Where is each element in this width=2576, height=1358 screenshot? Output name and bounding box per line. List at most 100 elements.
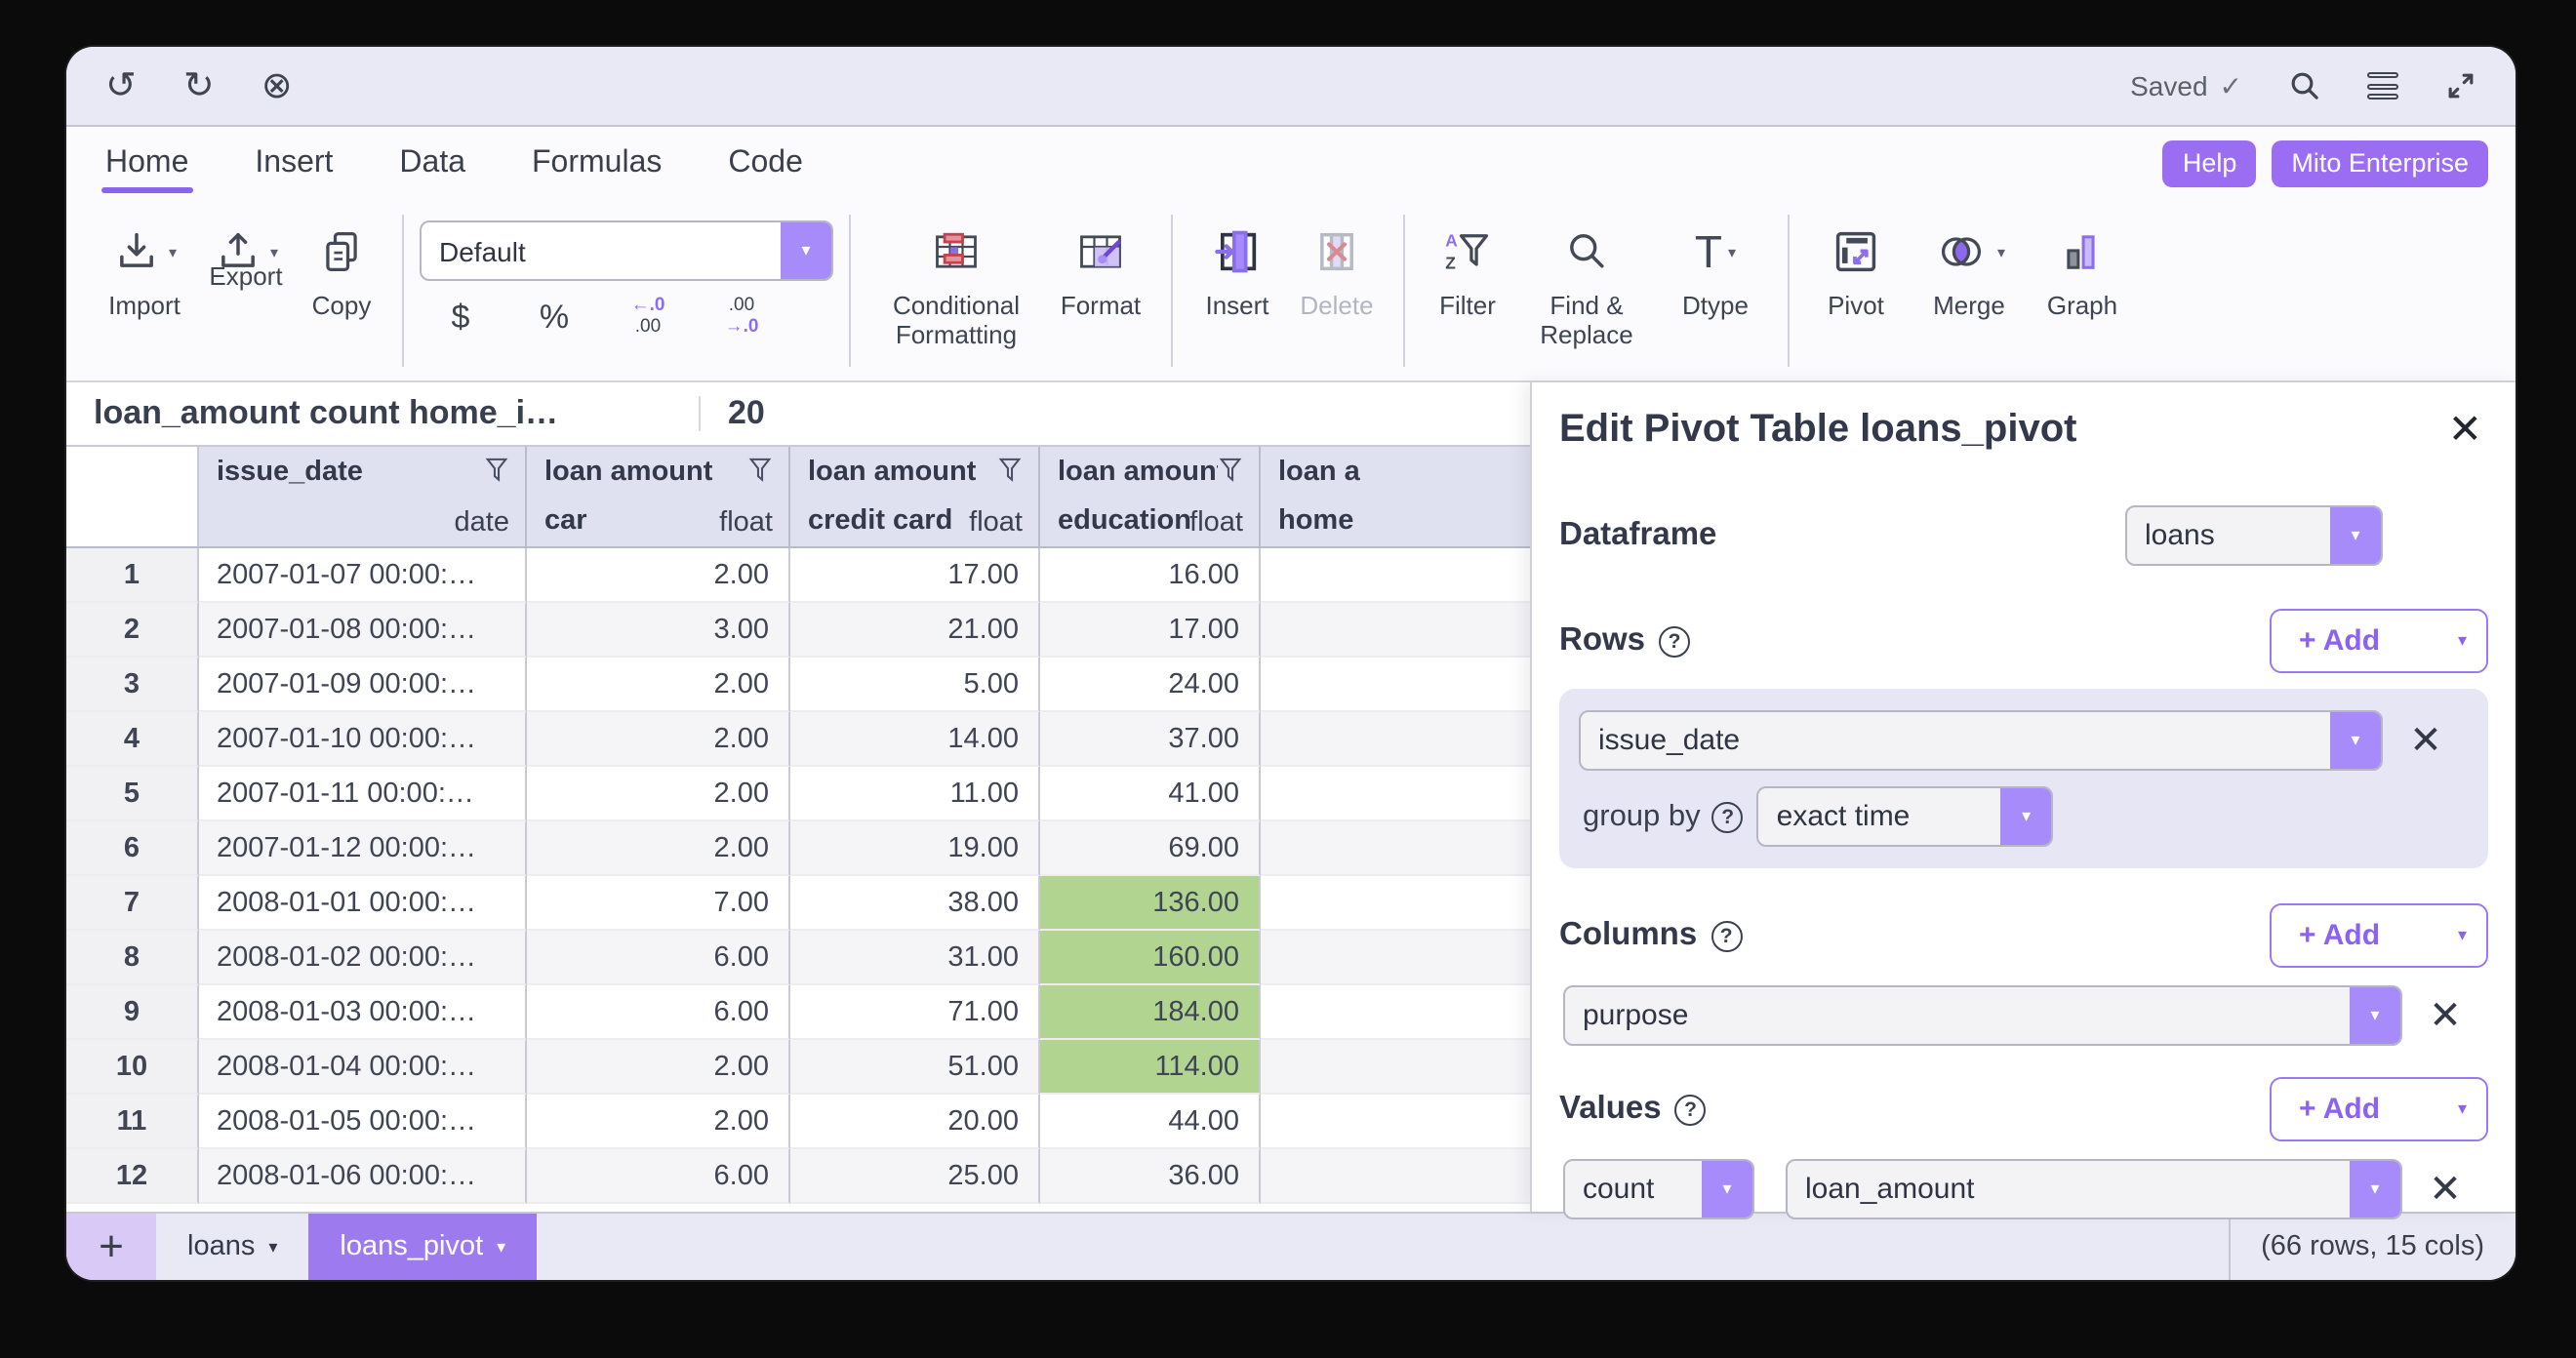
filter-icon[interactable] bbox=[997, 457, 1023, 494]
cell-loan-amount-credit-card[interactable]: 25.00 bbox=[790, 1149, 1040, 1204]
cell-loan-amount-credit-card[interactable]: 21.00 bbox=[790, 603, 1040, 658]
percent-format-button[interactable]: % bbox=[517, 299, 591, 338]
cell-issue-date[interactable]: 2008-01-01 00:00:… bbox=[199, 876, 527, 931]
tab-code[interactable]: Code bbox=[728, 139, 803, 189]
chevron-down-icon[interactable]: ▾ bbox=[2350, 987, 2400, 1044]
cell-loan-amount-home[interactable] bbox=[1261, 712, 1530, 767]
cell-loan-amount-home[interactable] bbox=[1261, 931, 1530, 985]
columns-add-button[interactable]: + Add ▾ bbox=[2270, 903, 2488, 968]
cell-loan-amount-education[interactable]: 114.00 bbox=[1040, 1040, 1261, 1095]
cell-loan-amount-credit-card[interactable]: 5.00 bbox=[790, 658, 1040, 712]
cell-loan-amount-home[interactable] bbox=[1261, 658, 1530, 712]
fullscreen-icon[interactable] bbox=[2441, 66, 2480, 105]
cell-issue-date[interactable]: 2007-01-09 00:00:… bbox=[199, 658, 527, 712]
cell-issue-date[interactable]: 2008-01-03 00:00:… bbox=[199, 985, 527, 1040]
filter-icon[interactable] bbox=[484, 457, 509, 494]
cell-loan-amount-home[interactable] bbox=[1261, 821, 1530, 876]
cell-loan-amount-home[interactable] bbox=[1261, 548, 1530, 603]
cell-loan-amount-credit-card[interactable]: 20.00 bbox=[790, 1095, 1040, 1149]
cell-loan-amount-credit-card[interactable]: 14.00 bbox=[790, 712, 1040, 767]
chevron-down-icon[interactable]: ▾ bbox=[2001, 788, 2052, 845]
search-icon[interactable] bbox=[2285, 66, 2324, 105]
row-index-cell[interactable]: 6 bbox=[66, 821, 199, 876]
filter-icon[interactable] bbox=[747, 457, 773, 494]
increase-decimal-button[interactable]: .00→.0 bbox=[704, 297, 779, 340]
cell-loan-amount-car[interactable]: 7.00 bbox=[527, 876, 790, 931]
chevron-down-icon[interactable]: ▾ bbox=[781, 222, 831, 279]
column-header-loan-amount-credit-card[interactable]: loan amount credit cardfloat bbox=[790, 447, 1040, 548]
row-index-cell[interactable]: 3 bbox=[66, 658, 199, 712]
row-index-cell[interactable]: 10 bbox=[66, 1040, 199, 1095]
column-field-select[interactable]: purpose ▾ bbox=[1563, 985, 2402, 1046]
redo-icon[interactable]: ↻ bbox=[183, 67, 215, 104]
cell-loan-amount-education[interactable]: 24.00 bbox=[1040, 658, 1261, 712]
column-header-loan-amount-home[interactable]: loan a home bbox=[1261, 447, 1530, 548]
help-button[interactable]: Help bbox=[2163, 140, 2257, 186]
currency-format-button[interactable]: $ bbox=[423, 299, 498, 338]
merge-button[interactable]: ▾ Merge bbox=[1907, 219, 2032, 321]
copy-button[interactable]: Copy bbox=[297, 219, 386, 321]
tab-home[interactable]: Home bbox=[105, 139, 188, 189]
column-header-loan-amount-education[interactable]: loan amount educationfloat bbox=[1040, 447, 1261, 548]
find-replace-button[interactable]: Find & Replace bbox=[1514, 219, 1659, 350]
cell-issue-date[interactable]: 2007-01-11 00:00:… bbox=[199, 767, 527, 821]
cell-loan-amount-car[interactable]: 2.00 bbox=[527, 767, 790, 821]
rows-add-button[interactable]: + Add ▾ bbox=[2270, 609, 2488, 673]
row-index-cell[interactable]: 5 bbox=[66, 767, 199, 821]
cell-loan-amount-credit-card[interactable]: 19.00 bbox=[790, 821, 1040, 876]
clear-icon[interactable]: ⊗ bbox=[262, 67, 293, 104]
cell-loan-amount-car[interactable]: 2.00 bbox=[527, 548, 790, 603]
sheet-tab-loans-pivot[interactable]: loans_pivot ▾ bbox=[308, 1214, 537, 1280]
row-index-cell[interactable]: 12 bbox=[66, 1149, 199, 1204]
row-field-select[interactable]: issue_date ▾ bbox=[1579, 710, 2383, 771]
question-icon[interactable]: ? bbox=[1712, 801, 1744, 832]
cell-loan-amount-education[interactable]: 136.00 bbox=[1040, 876, 1261, 931]
value-field-select[interactable]: loan_amount ▾ bbox=[1786, 1159, 2402, 1219]
row-index-cell[interactable]: 9 bbox=[66, 985, 199, 1040]
mito-enterprise-button[interactable]: Mito Enterprise bbox=[2272, 140, 2488, 186]
tab-insert[interactable]: Insert bbox=[255, 139, 333, 189]
column-header-issue-date[interactable]: issue_date date bbox=[199, 447, 527, 548]
row-index-cell[interactable]: 2 bbox=[66, 603, 199, 658]
cell-loan-amount-education[interactable]: 44.00 bbox=[1040, 1095, 1261, 1149]
undo-icon[interactable]: ↺ bbox=[105, 67, 137, 104]
column-header-loan-amount-car[interactable]: loan amount carfloat bbox=[527, 447, 790, 548]
number-format-select[interactable]: Default ▾ bbox=[420, 220, 833, 281]
row-index-cell[interactable]: 7 bbox=[66, 876, 199, 931]
group-by-select[interactable]: exact time ▾ bbox=[1757, 786, 2054, 847]
dataframe-select[interactable]: loans ▾ bbox=[2125, 505, 2383, 566]
cell-loan-amount-car[interactable]: 3.00 bbox=[527, 603, 790, 658]
cell-loan-amount-car[interactable]: 2.00 bbox=[527, 658, 790, 712]
cell-loan-amount-car[interactable]: 2.00 bbox=[527, 1040, 790, 1095]
delete-value-field-icon[interactable]: ✕ bbox=[2402, 1165, 2488, 1214]
cell-loan-amount-education[interactable]: 160.00 bbox=[1040, 931, 1261, 985]
format-button[interactable]: Format bbox=[1046, 219, 1155, 321]
cell-loan-amount-home[interactable] bbox=[1261, 985, 1530, 1040]
cell-loan-amount-education[interactable]: 69.00 bbox=[1040, 821, 1261, 876]
cell-loan-amount-credit-card[interactable]: 71.00 bbox=[790, 985, 1040, 1040]
cell-loan-amount-home[interactable] bbox=[1261, 1095, 1530, 1149]
delete-column-button[interactable]: Delete bbox=[1286, 219, 1388, 321]
close-icon[interactable]: ✕ bbox=[2442, 406, 2488, 455]
question-icon[interactable]: ? bbox=[1675, 1094, 1707, 1125]
pivot-button[interactable]: Pivot bbox=[1805, 219, 1907, 321]
cell-loan-amount-car[interactable]: 2.00 bbox=[527, 1095, 790, 1149]
decrease-decimal-button[interactable]: ←.0.00 bbox=[611, 297, 685, 340]
cell-loan-amount-car[interactable]: 6.00 bbox=[527, 931, 790, 985]
cell-issue-date[interactable]: 2007-01-10 00:00:… bbox=[199, 712, 527, 767]
cell-loan-amount-home[interactable] bbox=[1261, 1040, 1530, 1095]
question-icon[interactable]: ? bbox=[1659, 625, 1690, 657]
cell-loan-amount-car[interactable]: 6.00 bbox=[527, 1149, 790, 1204]
row-index-cell[interactable]: 8 bbox=[66, 931, 199, 985]
row-index-cell[interactable]: 1 bbox=[66, 548, 199, 603]
cell-loan-amount-credit-card[interactable]: 38.00 bbox=[790, 876, 1040, 931]
cell-issue-date[interactable]: 2008-01-04 00:00:… bbox=[199, 1040, 527, 1095]
cell-loan-amount-home[interactable] bbox=[1261, 767, 1530, 821]
cell-issue-date[interactable]: 2007-01-12 00:00:… bbox=[199, 821, 527, 876]
cell-issue-date[interactable]: 2008-01-06 00:00:… bbox=[199, 1149, 527, 1204]
tab-formulas[interactable]: Formulas bbox=[532, 139, 662, 189]
cell-loan-amount-home[interactable] bbox=[1261, 1149, 1530, 1204]
cell-loan-amount-education[interactable]: 37.00 bbox=[1040, 712, 1261, 767]
sheet-tab-loans[interactable]: loans ▾ bbox=[156, 1214, 308, 1280]
insert-column-button[interactable]: Insert bbox=[1188, 219, 1286, 321]
